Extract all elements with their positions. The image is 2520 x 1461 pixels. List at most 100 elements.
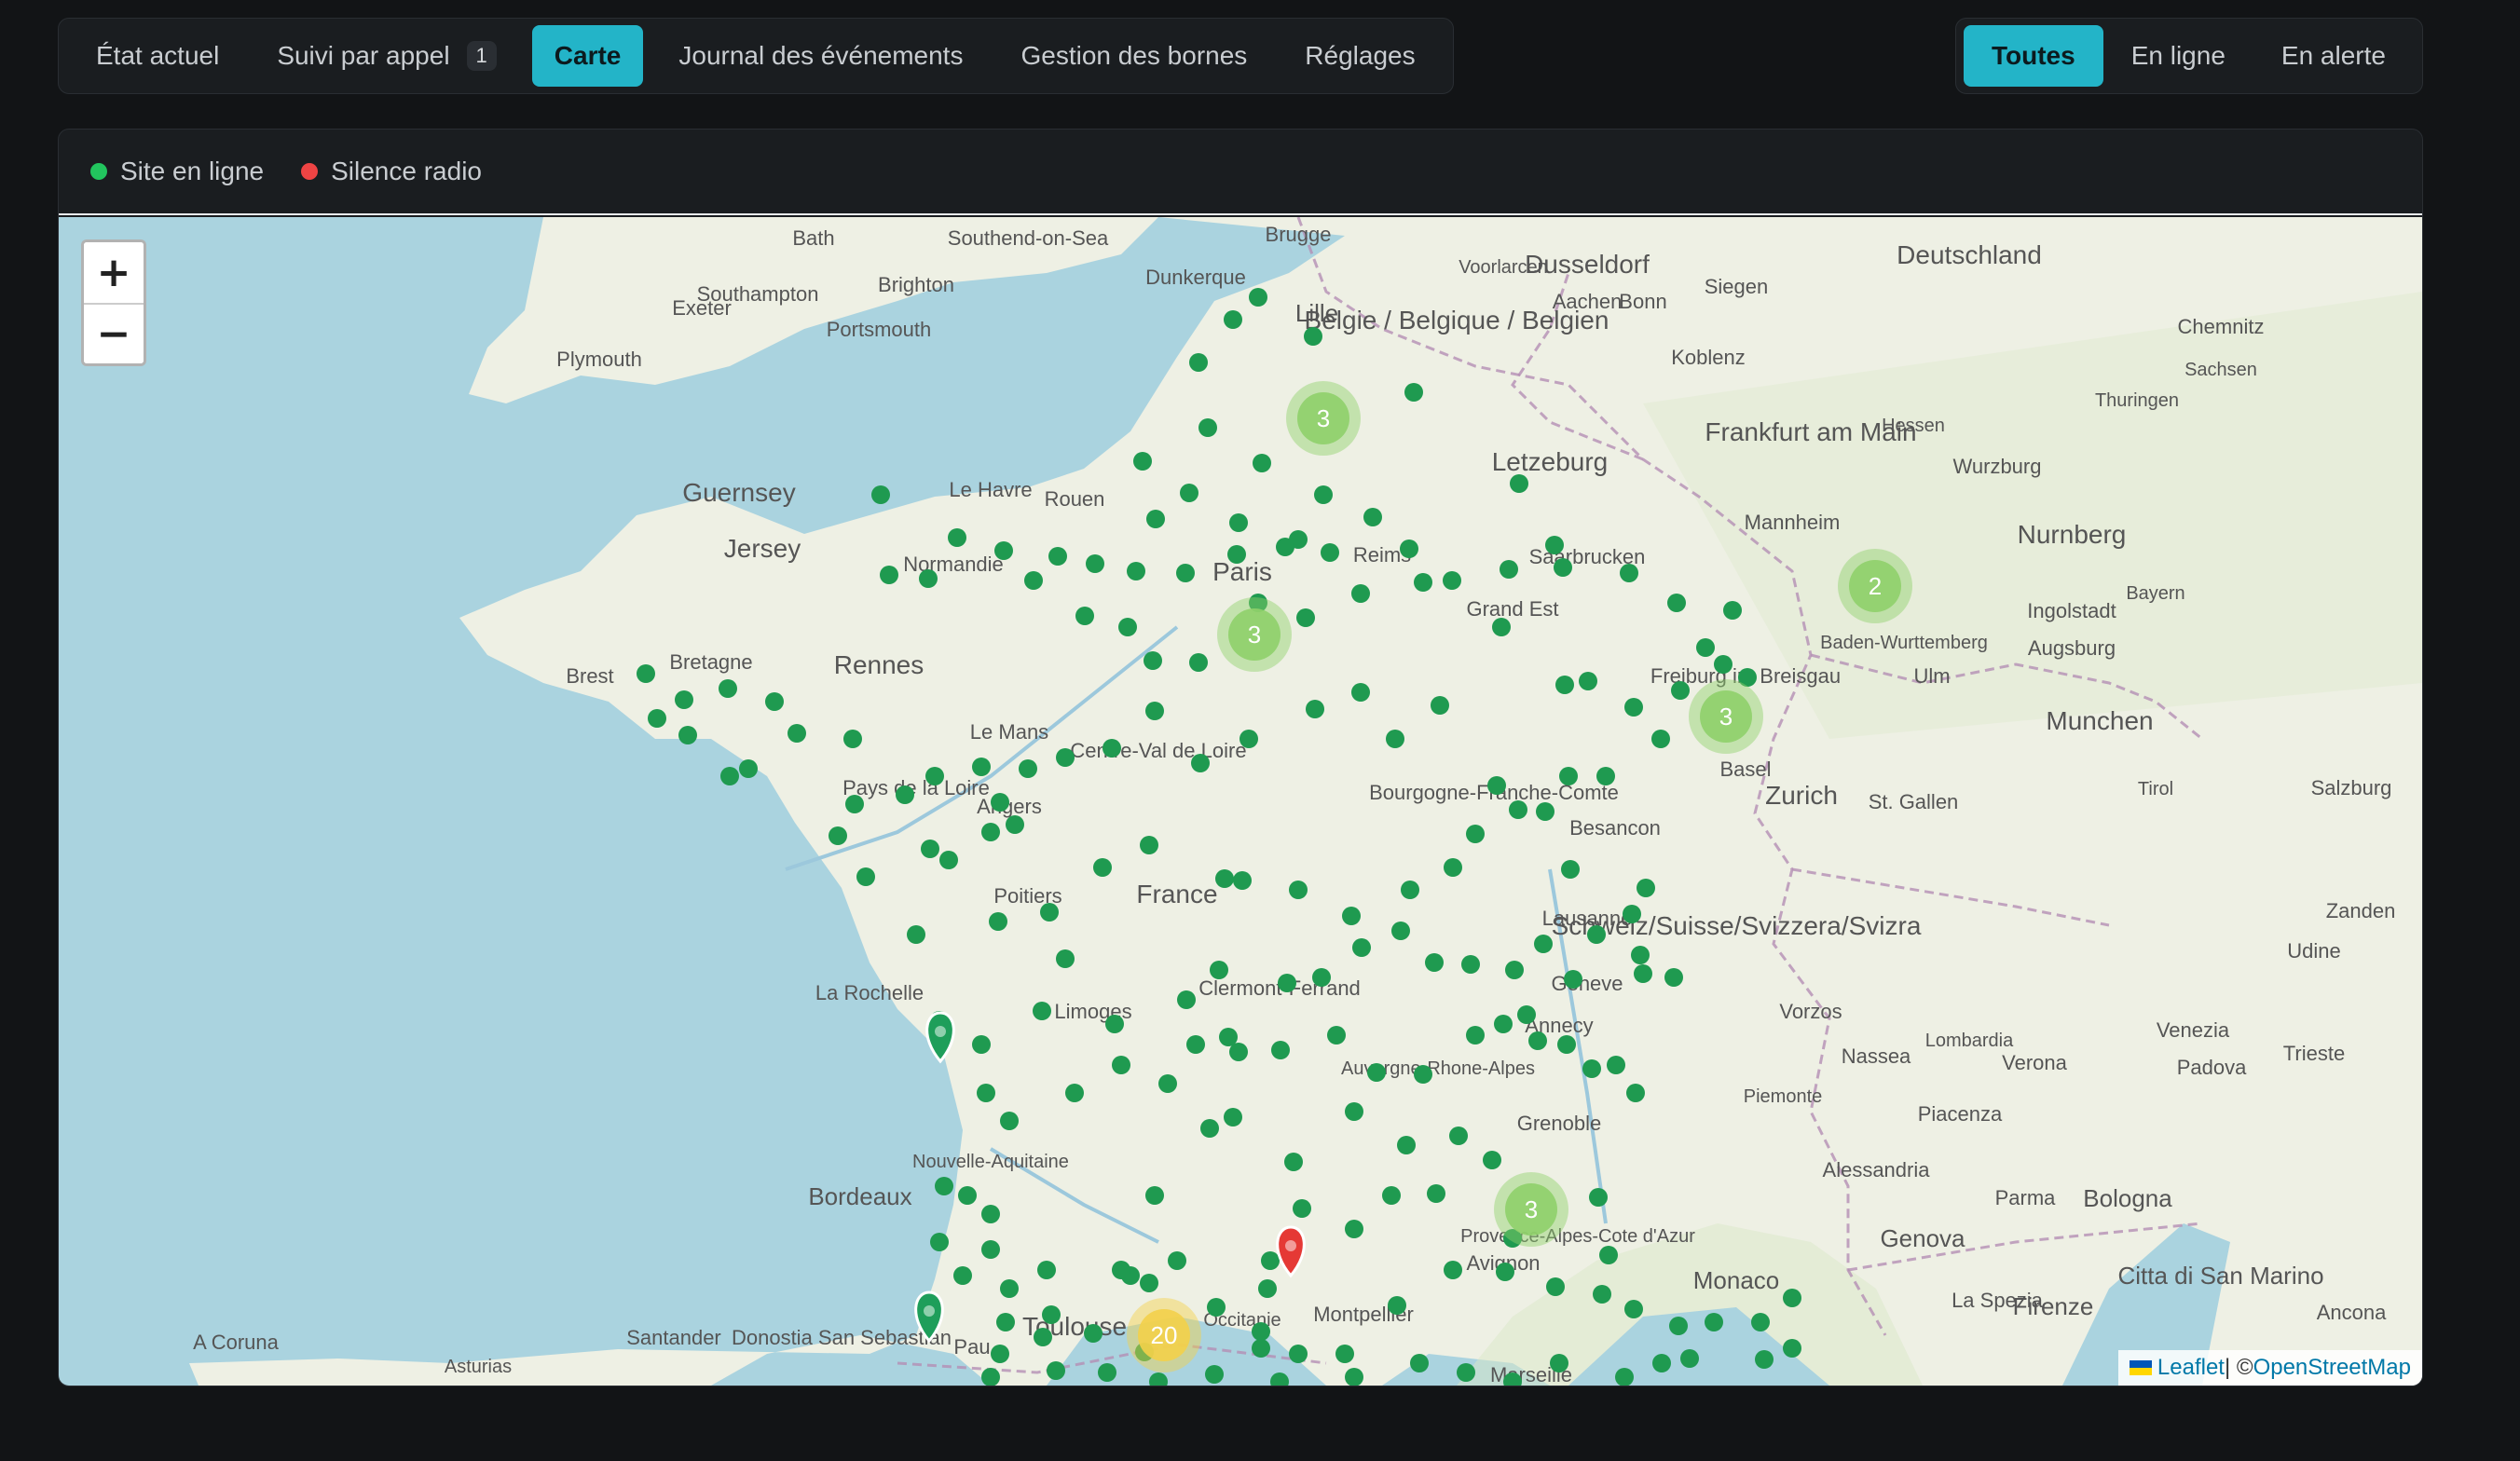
map-place-label: Pays de la Loire bbox=[842, 776, 990, 799]
station-marker bbox=[1509, 800, 1527, 819]
station-marker bbox=[1024, 571, 1043, 590]
station-marker bbox=[1444, 1261, 1462, 1279]
station-marker bbox=[1093, 858, 1112, 877]
station-marker bbox=[1425, 953, 1444, 972]
osm-link[interactable]: OpenStreetMap bbox=[2253, 1355, 2411, 1381]
map-place-label: Provence-Alpes-Cote d'Azur bbox=[1460, 1226, 1695, 1247]
tab-label: Gestion des bornes bbox=[1020, 41, 1248, 70]
station-marker bbox=[1189, 353, 1208, 372]
station-marker bbox=[1751, 1313, 1770, 1331]
leaflet-link[interactable]: Leaflet bbox=[2157, 1355, 2225, 1381]
station-marker bbox=[1351, 683, 1370, 702]
zoom-in-button[interactable]: + bbox=[84, 242, 144, 303]
station-marker bbox=[1229, 513, 1248, 532]
station-marker bbox=[1000, 1279, 1019, 1298]
ukraine-flag-icon bbox=[2129, 1360, 2152, 1375]
station-marker bbox=[1487, 776, 1506, 795]
map-attribution: Leaflet | © OpenStreetMap bbox=[2117, 1350, 2422, 1386]
station-marker bbox=[953, 1266, 972, 1285]
station-marker bbox=[1593, 1285, 1611, 1304]
station-marker bbox=[1626, 1084, 1645, 1102]
tab-etat-actuel[interactable]: État actuel bbox=[74, 25, 241, 87]
map-place-label: Grand Est bbox=[1466, 597, 1558, 621]
cluster-count: 3 bbox=[1317, 404, 1330, 432]
map-place-label: Plymouth bbox=[556, 348, 642, 371]
station-marker bbox=[1284, 1153, 1303, 1171]
station-marker bbox=[1550, 1354, 1568, 1372]
main-tab-bar: État actuel Suivi par appel 1 Carte Journ… bbox=[58, 18, 1454, 94]
station-marker bbox=[1084, 1324, 1102, 1343]
station-marker bbox=[1561, 860, 1580, 879]
station-marker bbox=[1158, 1074, 1177, 1093]
station-marker bbox=[981, 1240, 1000, 1259]
filter-toutes[interactable]: Toutes bbox=[1964, 25, 2103, 87]
zoom-out-button[interactable]: − bbox=[84, 303, 144, 363]
station-marker bbox=[739, 759, 758, 778]
station-marker bbox=[977, 1084, 995, 1102]
station-marker bbox=[1483, 1151, 1501, 1169]
map-legend: Site en ligne Silence radio bbox=[59, 130, 2422, 215]
station-marker bbox=[720, 767, 739, 785]
tab-label: Journal des événements bbox=[678, 41, 964, 70]
map-view[interactable]: Bath Southampton Brighton Portsmouth Exeter P… bbox=[59, 217, 2422, 1386]
station-marker bbox=[1404, 383, 1423, 402]
station-marker bbox=[1342, 907, 1361, 925]
filter-en-alerte[interactable]: En alerte bbox=[2253, 25, 2414, 87]
map-place-label: Southend-on-Sea bbox=[948, 226, 1109, 250]
map-place-label: Donostia San Sebastian bbox=[732, 1326, 952, 1349]
map-canvas[interactable]: BathSouthampton BrightonPortsmouthExeterP… bbox=[59, 217, 2422, 1386]
station-marker bbox=[1582, 1059, 1601, 1078]
station-marker bbox=[1367, 1063, 1386, 1082]
station-marker bbox=[991, 793, 1009, 812]
station-marker bbox=[1205, 1365, 1224, 1384]
station-marker bbox=[1579, 672, 1597, 690]
station-marker bbox=[935, 1177, 953, 1195]
map-place-label: Verona bbox=[2002, 1051, 2067, 1074]
map-place-label: Pau bbox=[953, 1335, 990, 1359]
station-marker bbox=[1118, 618, 1137, 636]
station-marker bbox=[948, 528, 966, 547]
map-place-label: Lombardia bbox=[1925, 1031, 2014, 1051]
map-place-label: Genova bbox=[1880, 1224, 1965, 1252]
station-marker bbox=[1252, 1322, 1270, 1341]
station-marker bbox=[1219, 1028, 1238, 1046]
station-marker bbox=[1098, 1363, 1116, 1382]
station-marker bbox=[1554, 558, 1572, 577]
map-place-label: La Rochelle bbox=[815, 981, 924, 1004]
tab-carte[interactable]: Carte bbox=[531, 25, 644, 87]
station-marker bbox=[958, 1186, 977, 1205]
filter-en-ligne[interactable]: En ligne bbox=[2103, 25, 2253, 87]
station-marker bbox=[1105, 1015, 1124, 1033]
station-marker bbox=[1555, 676, 1574, 694]
map-pin-icon-dot bbox=[924, 1305, 935, 1317]
map-place-label: Grenoble bbox=[1517, 1112, 1602, 1135]
map-pin-icon-dot bbox=[935, 1026, 946, 1037]
notification-badge: 1 bbox=[466, 41, 497, 71]
tab-journal-des-evenements[interactable]: Journal des événements bbox=[656, 25, 985, 87]
station-marker bbox=[1557, 1035, 1576, 1054]
station-marker bbox=[1414, 573, 1432, 592]
map-place-label: Alessandria bbox=[1823, 1158, 1931, 1181]
station-marker bbox=[907, 925, 925, 944]
map-place-label: St. Gallen bbox=[1869, 790, 1959, 813]
station-marker bbox=[1146, 510, 1165, 528]
tab-gestion-des-bornes[interactable]: Gestion des bornes bbox=[998, 25, 1269, 87]
station-marker bbox=[925, 767, 944, 785]
station-marker bbox=[1207, 1298, 1226, 1317]
map-place-label: Brighton bbox=[878, 273, 954, 296]
station-marker bbox=[1000, 1112, 1019, 1130]
station-marker bbox=[1723, 601, 1742, 620]
map-place-label: Guernsey bbox=[682, 478, 795, 507]
station-marker bbox=[1669, 1317, 1688, 1335]
station-marker bbox=[1249, 288, 1267, 307]
station-marker bbox=[1065, 1084, 1084, 1102]
station-marker bbox=[1589, 1188, 1608, 1207]
map-place-label: Vorzos bbox=[1779, 1000, 1842, 1023]
tab-reglages[interactable]: Réglages bbox=[1282, 25, 1437, 87]
station-marker bbox=[1289, 881, 1308, 899]
tab-label: État actuel bbox=[96, 41, 220, 70]
tab-suivi-par-appel[interactable]: Suivi par appel 1 bbox=[254, 25, 518, 87]
alert-pin-icon-dot bbox=[1285, 1240, 1296, 1251]
station-marker bbox=[1289, 1345, 1308, 1363]
station-marker bbox=[1714, 655, 1732, 674]
